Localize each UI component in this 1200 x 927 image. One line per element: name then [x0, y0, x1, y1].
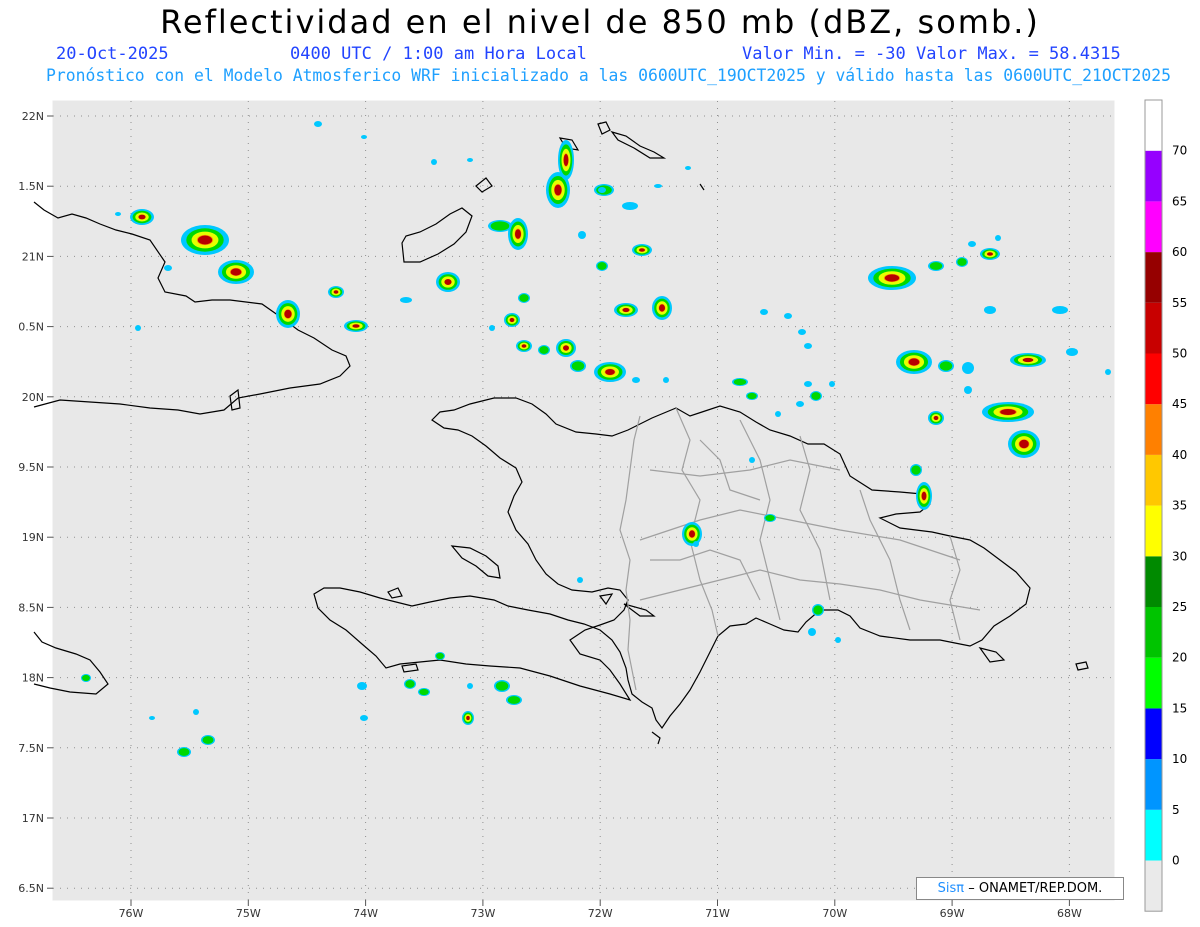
color-scale-bar: 0 5 10 15 20 25 30 35 40 45 50 55 60 65 70: [1144, 99, 1187, 912]
colorbar-segment: [1145, 404, 1162, 455]
colorbar-label: 10: [1172, 752, 1187, 766]
colorbar-label: 5: [1172, 803, 1180, 817]
colorbar-segment: [1145, 657, 1162, 709]
colorbar-label: 15: [1172, 701, 1187, 715]
colorbar-segment: [1145, 150, 1162, 202]
colorbar-label: 60: [1172, 245, 1187, 259]
colorbar-label: 0: [1172, 854, 1180, 868]
colorbar-label: 70: [1172, 144, 1187, 158]
colorbar-segment: [1145, 860, 1162, 912]
credit-box: Sisπ – ONAMET/REP.DOM.: [916, 877, 1124, 900]
colorbar-segment: [1145, 252, 1162, 303]
colorbar-segment: [1145, 201, 1162, 253]
colorbar-label: 65: [1172, 194, 1187, 208]
colorbar-segment: [1145, 353, 1162, 405]
colorbar-segment: [1145, 759, 1162, 810]
colorbar-label: 25: [1172, 600, 1187, 614]
colorbar-label: 45: [1172, 397, 1187, 411]
sispi-logo: Sisπ: [937, 881, 965, 896]
colorbar-segment: [1145, 809, 1162, 861]
colorbar-segment: [1145, 454, 1162, 506]
colorbar-segment: [1145, 505, 1162, 557]
colorbar-label: 40: [1172, 448, 1187, 462]
colorbar-label: 35: [1172, 499, 1187, 513]
colorbar-segment: [1145, 708, 1162, 760]
colorbar-label: 55: [1172, 296, 1187, 310]
colorbar-segment: [1145, 302, 1162, 354]
colorbar-label: 20: [1172, 651, 1187, 665]
colorbar-segment: [1145, 607, 1162, 658]
colorbar-segment: [1145, 556, 1162, 607]
colorbar-label: 30: [1172, 549, 1187, 563]
colorbar-segment: [1145, 100, 1162, 151]
credit-text: – ONAMET/REP.DOM.: [968, 881, 1103, 896]
colorbar-label: 50: [1172, 347, 1187, 361]
